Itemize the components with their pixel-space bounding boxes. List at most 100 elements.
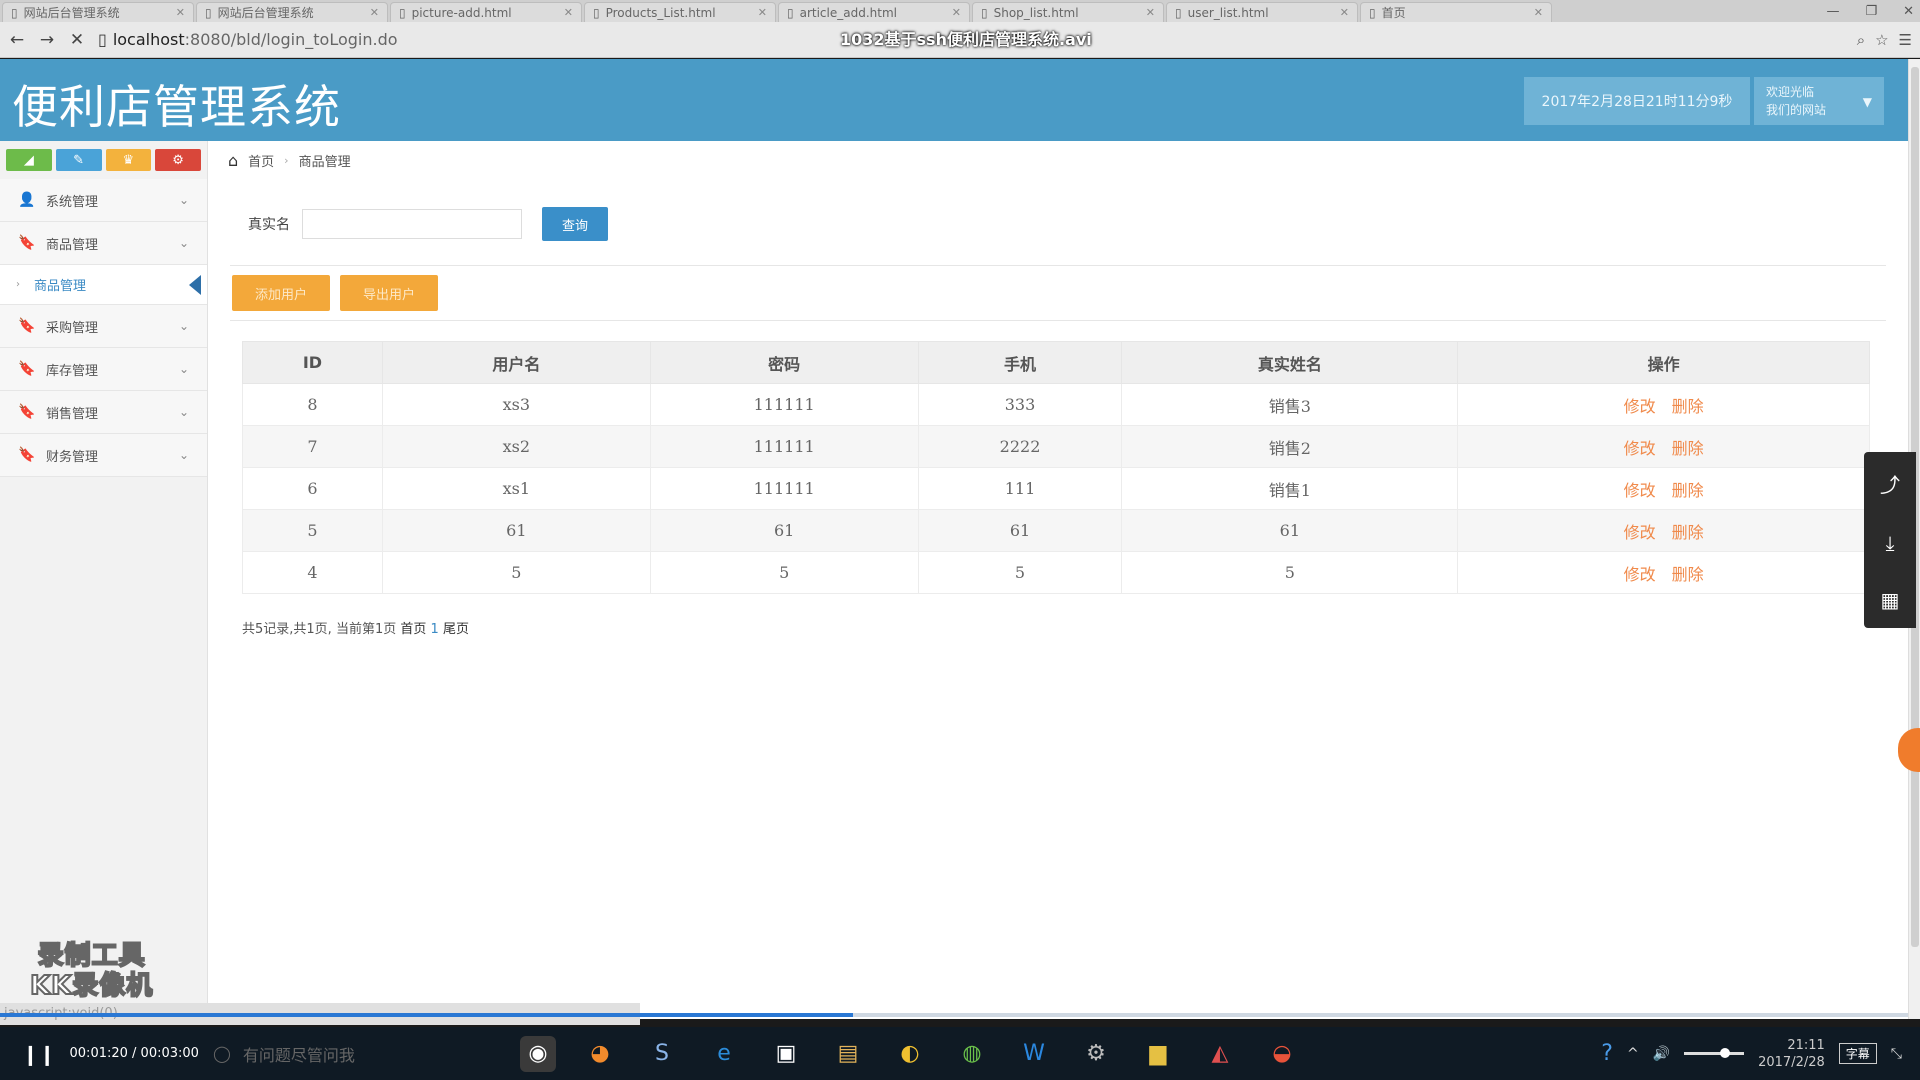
browser-tab[interactable]: ▯ picture-add.html ✕ — [390, 2, 582, 22]
sidebar-item-label: 系统管理 — [46, 194, 99, 210]
table-row: 4 5 5 5 5 修改 删除 — [242, 551, 1870, 594]
taskbar-search-placeholder: 有问题尽管问我 — [242, 1045, 355, 1065]
delete-link[interactable]: 删除 — [1672, 565, 1704, 584]
edit-link[interactable]: 修改 — [1624, 565, 1656, 584]
edit-link[interactable]: 修改 — [1624, 481, 1656, 500]
pager-first-link[interactable]: 首页 — [400, 622, 426, 637]
cell-realname: 销售1 — [1121, 467, 1459, 510]
sidebar-item-goods[interactable]: 🔖 商品管理 ⌄ — [0, 222, 207, 265]
pager-current-page[interactable]: 1 — [431, 622, 439, 637]
group-shortcut-icon[interactable]: ♛ — [105, 149, 152, 171]
edit-link[interactable]: 修改 — [1624, 397, 1656, 416]
video-controls: ❙❙ 00:01:20 / 00:03:00 ◯ 有问题尽管问我 — [0, 1042, 500, 1066]
pause-icon[interactable]: ❙❙ — [22, 1042, 56, 1066]
page-icon: ▯ — [98, 30, 107, 49]
calendar-icon[interactable]: ▦ — [1881, 588, 1900, 612]
tab-label: 网站后台管理系统 — [23, 6, 120, 20]
chrome-icon[interactable]: ◉ — [520, 1035, 556, 1072]
chart-shortcut-icon[interactable]: ◢ — [6, 149, 52, 171]
edit-link[interactable]: 修改 — [1624, 523, 1656, 542]
share-icon[interactable]: ⤴ — [1880, 469, 1900, 498]
sidebar-item-label: 商品管理 — [46, 237, 99, 253]
browser-tab[interactable]: ▯ Shop_list.html ✕ — [972, 2, 1164, 22]
tab-close-icon[interactable]: ✕ — [758, 6, 767, 19]
tab-close-icon[interactable]: ✕ — [952, 6, 961, 19]
caret-down-icon: ▼ — [1862, 95, 1872, 109]
delete-link[interactable]: 删除 — [1672, 481, 1704, 500]
sidebar-item-finance[interactable]: 🔖 财务管理 ⌄ — [0, 434, 207, 477]
fullscreen-exit-icon[interactable]: ⤡ — [1891, 1046, 1902, 1062]
tab-close-icon[interactable]: ✕ — [1146, 6, 1155, 19]
word-icon[interactable]: W — [1016, 1036, 1052, 1072]
taskbar-search[interactable]: ◯ 有问题尽管问我 — [213, 1042, 355, 1066]
help-icon[interactable]: ? — [1601, 1041, 1613, 1066]
home-icon[interactable]: ⌂ — [228, 151, 238, 170]
notes-icon[interactable]: ▤ — [830, 1036, 866, 1072]
delete-link[interactable]: 删除 — [1672, 397, 1704, 416]
video-progress-bar[interactable] — [0, 1013, 1908, 1017]
sidebar-subitem-goods[interactable]: › 商品管理 — [0, 265, 207, 305]
folder-icon[interactable]: ▆ — [1140, 1036, 1176, 1072]
volume-slider[interactable] — [1684, 1048, 1745, 1058]
edit-link[interactable]: 修改 — [1624, 439, 1656, 458]
chevron-down-icon: ⌄ — [178, 448, 189, 462]
firefox-icon[interactable]: ◕ — [582, 1036, 618, 1072]
spring-icon[interactable]: ◍ — [954, 1036, 990, 1072]
sogou-icon[interactable]: S — [644, 1036, 680, 1072]
browser-tab[interactable]: ▯ user_list.html ✕ — [1166, 2, 1358, 22]
app-icon[interactable]: ◐ — [892, 1036, 928, 1072]
back-icon[interactable]: ← — [8, 30, 26, 50]
cell-realname: 5 — [1121, 551, 1459, 594]
tab-close-icon[interactable]: ✕ — [1534, 6, 1543, 19]
export-user-button[interactable]: 导出用户 — [340, 275, 438, 311]
pager-last-link[interactable]: 尾页 — [443, 622, 469, 637]
sidebar-item-sales[interactable]: 🔖 销售管理 ⌄ — [0, 391, 207, 434]
store-icon[interactable]: ▣ — [768, 1036, 804, 1072]
cell-password: 111111 — [649, 425, 919, 468]
tab-close-icon[interactable]: ✕ — [176, 6, 185, 19]
chevron-down-icon: ⌄ — [178, 405, 189, 419]
tab-close-icon[interactable]: ✕ — [370, 6, 379, 19]
header-user-menu[interactable]: 欢迎光临 我们的网站 ▼ — [1754, 77, 1884, 125]
tray-clock[interactable]: 21:11 2017/2/28 — [1758, 1037, 1825, 1071]
query-button[interactable]: 查询 — [542, 207, 608, 241]
sidebar: ◢ ✎ ♛ ⚙ 👤 系统管理 ⌄ 🔖 商品管理 ⌄ › 商品管理 🔖 采购管理 … — [0, 141, 208, 1019]
realname-search-input[interactable] — [302, 209, 522, 239]
browser-tab[interactable]: ▯ 网站后台管理系统 ✕ — [196, 2, 388, 22]
sidebar-item-inventory[interactable]: 🔖 库存管理 ⌄ — [0, 348, 207, 391]
sidebar-item-purchase[interactable]: 🔖 采购管理 ⌄ — [0, 305, 207, 348]
breadcrumb-home[interactable]: 首页 — [248, 151, 274, 170]
action-toolbar: 添加用户 导出用户 — [230, 265, 1886, 321]
download-icon[interactable]: ⤓ — [1886, 531, 1895, 555]
url-field[interactable]: ▯ localhost:8080/bld/login_toLogin.do — [98, 30, 398, 49]
menu-icon[interactable]: ☰ — [1899, 31, 1912, 49]
delete-link[interactable]: 删除 — [1672, 523, 1704, 542]
browser-tab[interactable]: ▯ 首页 ✕ — [1360, 2, 1552, 22]
settings-shortcut-icon[interactable]: ⚙ — [155, 149, 201, 171]
edit-shortcut-icon[interactable]: ✎ — [55, 149, 102, 171]
chevron-up-icon[interactable]: ^ — [1627, 1046, 1639, 1062]
stop-icon[interactable]: ✕ — [68, 30, 86, 50]
close-icon[interactable]: ✕ — [1903, 4, 1914, 19]
add-user-button[interactable]: 添加用户 — [232, 275, 330, 311]
tab-label: Shop_list.html — [993, 5, 1079, 20]
pdf-icon[interactable]: ◭ — [1202, 1036, 1238, 1072]
minimize-icon[interactable]: — — [1826, 4, 1839, 19]
forward-icon[interactable]: → — [38, 30, 56, 50]
zoom-icon[interactable]: ⌕ — [1857, 31, 1865, 49]
tab-close-icon[interactable]: ✕ — [564, 6, 573, 19]
browser-tab[interactable]: ▯ article_add.html ✕ — [778, 2, 970, 22]
tab-close-icon[interactable]: ✕ — [1340, 6, 1349, 19]
gear-icon[interactable]: ⚙ — [1078, 1036, 1114, 1072]
ie-icon[interactable]: e — [706, 1036, 742, 1072]
delete-link[interactable]: 删除 — [1672, 439, 1704, 458]
subtitle-button[interactable]: 字幕 — [1838, 1043, 1877, 1064]
sidebar-item-system[interactable]: 👤 系统管理 ⌄ — [0, 179, 207, 222]
star-icon[interactable]: ☆ — [1875, 31, 1888, 49]
clock-date: 2017/2/28 — [1758, 1054, 1825, 1070]
media-icon[interactable]: ◒ — [1264, 1036, 1300, 1072]
speaker-icon[interactable]: 🔊 — [1653, 1046, 1670, 1062]
restore-icon[interactable]: ❐ — [1865, 4, 1877, 19]
browser-tab[interactable]: ▯ Products_List.html ✕ — [584, 2, 776, 22]
browser-tab[interactable]: ▯ 网站后台管理系统 ✕ — [2, 2, 194, 22]
